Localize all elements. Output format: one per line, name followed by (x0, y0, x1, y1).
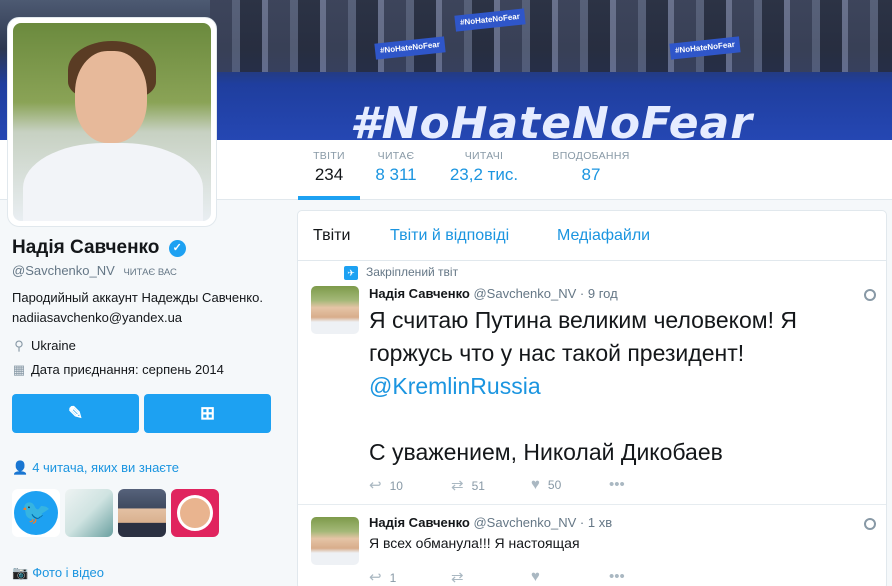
tweet-author-handle[interactable]: @Savchenko_NV (473, 515, 576, 530)
tweet-author-name[interactable]: Надія Савченко (369, 515, 470, 530)
photos-label: Фото і відео (32, 565, 105, 580)
followers-you-know-link[interactable]: 👤 4 читача, яких ви знаєте (12, 460, 179, 476)
followers-known-text: 4 читача, яких ви знаєте (32, 460, 179, 475)
globe-icon (864, 289, 876, 301)
retweet-icon: ⇄ (451, 477, 464, 494)
verified-icon: ✓ (168, 240, 186, 257)
more-button[interactable]: ••• (609, 568, 633, 585)
retweet-button[interactable]: ⇄ 51 (451, 476, 485, 494)
profile-location: ⚲ Ukraine (12, 338, 76, 354)
pinned-text: Закріплений твіт (366, 265, 459, 279)
stat-label: Вподобання (552, 150, 630, 162)
banner-slogan: #NoHateNoFear (350, 98, 753, 140)
like-icon: ♥ (531, 476, 540, 493)
stat-value: 234 (314, 165, 344, 184)
tweet-text: Я всех обманула!!! Я настоящая (369, 535, 580, 551)
tweet-time[interactable]: · 9 год (580, 286, 618, 301)
stat-label: Твіти (313, 150, 345, 162)
location-text: Ukraine (31, 338, 76, 353)
camera-icon: 📷 (12, 565, 29, 580)
globe-icon (864, 518, 876, 530)
photos-videos-link[interactable]: 📷 Фото і відео (12, 565, 104, 581)
profile-handle: @Savchenko_NV ЧИТАЄ ВАС (12, 263, 177, 278)
tweet-text: Я считаю Путина великим человеком! Я гор… (369, 304, 869, 469)
reply-icon: ↩ (369, 569, 382, 586)
reply-count: 10 (389, 479, 403, 493)
message-icon: ⊞ (199, 403, 216, 423)
tweet-author-handle[interactable]: @Savchenko_NV (473, 286, 576, 301)
like-button[interactable]: ♥ (531, 568, 548, 585)
profile-bio: Пародийный аккаунт Надежды Савченко. nad… (12, 290, 263, 325)
profile-joined: ▦ Дата приєднання: серпень 2014 (12, 362, 224, 378)
banner-crowd (210, 0, 892, 72)
pinned-label: ✈ Закріплений твіт (344, 265, 458, 280)
tweet-avatar[interactable] (311, 286, 359, 334)
stat-label: Читає (377, 150, 415, 162)
avatar-image (13, 23, 211, 221)
profile-name: Надія Савченко ✓ (12, 237, 186, 259)
reply-count: 1 (389, 571, 397, 585)
calendar-icon: ▦ (12, 362, 26, 377)
compose-icon: ✎ (67, 403, 84, 423)
joined-text: Дата приєднання: серпень 2014 (31, 362, 224, 377)
stat-value: 8 311 (375, 165, 417, 184)
tweet-text-line: Я считаю Путина великим человеком! Я гор… (369, 307, 797, 366)
tweet-mention-link[interactable]: @KremlinRussia (369, 373, 541, 399)
twitter-bird-icon: 🐦 (14, 491, 58, 535)
like-button[interactable]: ♥ 50 (531, 476, 561, 493)
like-icon: ♥ (531, 568, 540, 585)
tweet-author-name[interactable]: Надія Савченко (369, 286, 470, 301)
tweet-signature: С уважением, Николай Дикобаев (369, 439, 723, 465)
retweet-icon: ⇄ (451, 569, 464, 586)
reply-button[interactable]: ↩ 10 (369, 476, 403, 494)
message-button[interactable]: ⊞ (144, 394, 271, 433)
retweet-button[interactable]: ⇄ (451, 568, 472, 586)
reply-button[interactable]: ↩ 1 (369, 568, 396, 586)
more-button[interactable]: ••• (609, 476, 633, 493)
tweet-to-button[interactable]: ✎ (12, 394, 139, 433)
stat-likes[interactable]: Вподобання 87 (548, 150, 634, 185)
tweet-avatar[interactable] (311, 517, 359, 565)
tweet-header: Надія Савченко @Savchenko_NV · 1 хв (369, 515, 612, 530)
follower-avatar[interactable] (65, 489, 113, 537)
more-icon: ••• (609, 476, 625, 493)
stat-value: 87 (581, 165, 601, 184)
tab-tweets-replies[interactable]: Твіти й відповіді (390, 227, 509, 245)
user-icon: 👤 (12, 460, 29, 475)
profile-avatar[interactable] (7, 17, 217, 227)
more-icon: ••• (609, 568, 625, 585)
handle-text: @Savchenko_NV (12, 263, 115, 278)
stat-label: Читачі (464, 150, 504, 162)
tweet-pinned[interactable]: ✈ Закріплений твіт Надія Савченко @Savche… (298, 262, 886, 505)
follower-avatar[interactable]: 🐦 (12, 489, 60, 537)
follower-avatar[interactable] (171, 489, 219, 537)
tweet-time[interactable]: · 1 хв (580, 515, 612, 530)
reply-icon: ↩ (369, 477, 382, 494)
tab-media[interactable]: Медіафайли (557, 227, 650, 245)
stat-tweets[interactable]: Твіти 234 (298, 150, 360, 200)
retweet-count: 51 (471, 479, 485, 493)
stat-followers[interactable]: Читачі 23,2 тис. (444, 150, 524, 185)
profile-name-text: Надія Савченко (12, 237, 160, 258)
follows-you-badge: ЧИТАЄ ВАС (123, 267, 177, 278)
pin-icon: ✈ (344, 266, 358, 280)
timeline: Твіти Твіти й відповіді Медіафайли ✈ Закр… (297, 210, 887, 586)
follower-avatar[interactable] (118, 489, 166, 537)
stat-value: 23,2 тис. (449, 165, 519, 184)
tab-tweets[interactable]: Твіти (313, 227, 350, 245)
tweet[interactable]: Надія Савченко @Savchenko_NV · 1 хв Я вс… (298, 505, 886, 586)
tweet-header: Надія Савченко @Savchenko_NV · 9 год (369, 286, 618, 301)
timeline-tabs: Твіти Твіти й відповіді Медіафайли (298, 211, 886, 261)
like-count: 50 (547, 478, 562, 492)
location-icon: ⚲ (14, 338, 24, 353)
stat-following[interactable]: Читає 8 311 (370, 150, 422, 185)
